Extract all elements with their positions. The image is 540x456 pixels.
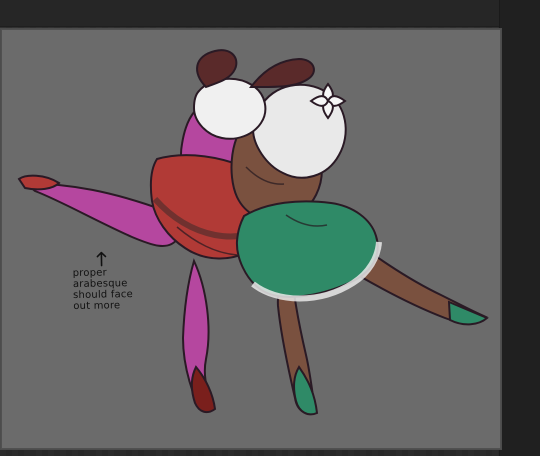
arrow-up-icon: [96, 251, 107, 267]
top-toolbar: [0, 0, 540, 27]
note-line-4: out more: [73, 300, 121, 313]
left-figure-shoe: [17, 174, 61, 191]
app-frame: proper arabesque should face out more: [0, 0, 540, 456]
right-panel: [499, 0, 540, 456]
canvas[interactable]: proper arabesque should face out more: [0, 28, 502, 450]
artwork: [17, 49, 489, 416]
right-figure-shoe: [447, 300, 489, 326]
left-figure-horn-right: [248, 57, 315, 89]
sketch-note: proper arabesque should face out more: [73, 251, 194, 313]
